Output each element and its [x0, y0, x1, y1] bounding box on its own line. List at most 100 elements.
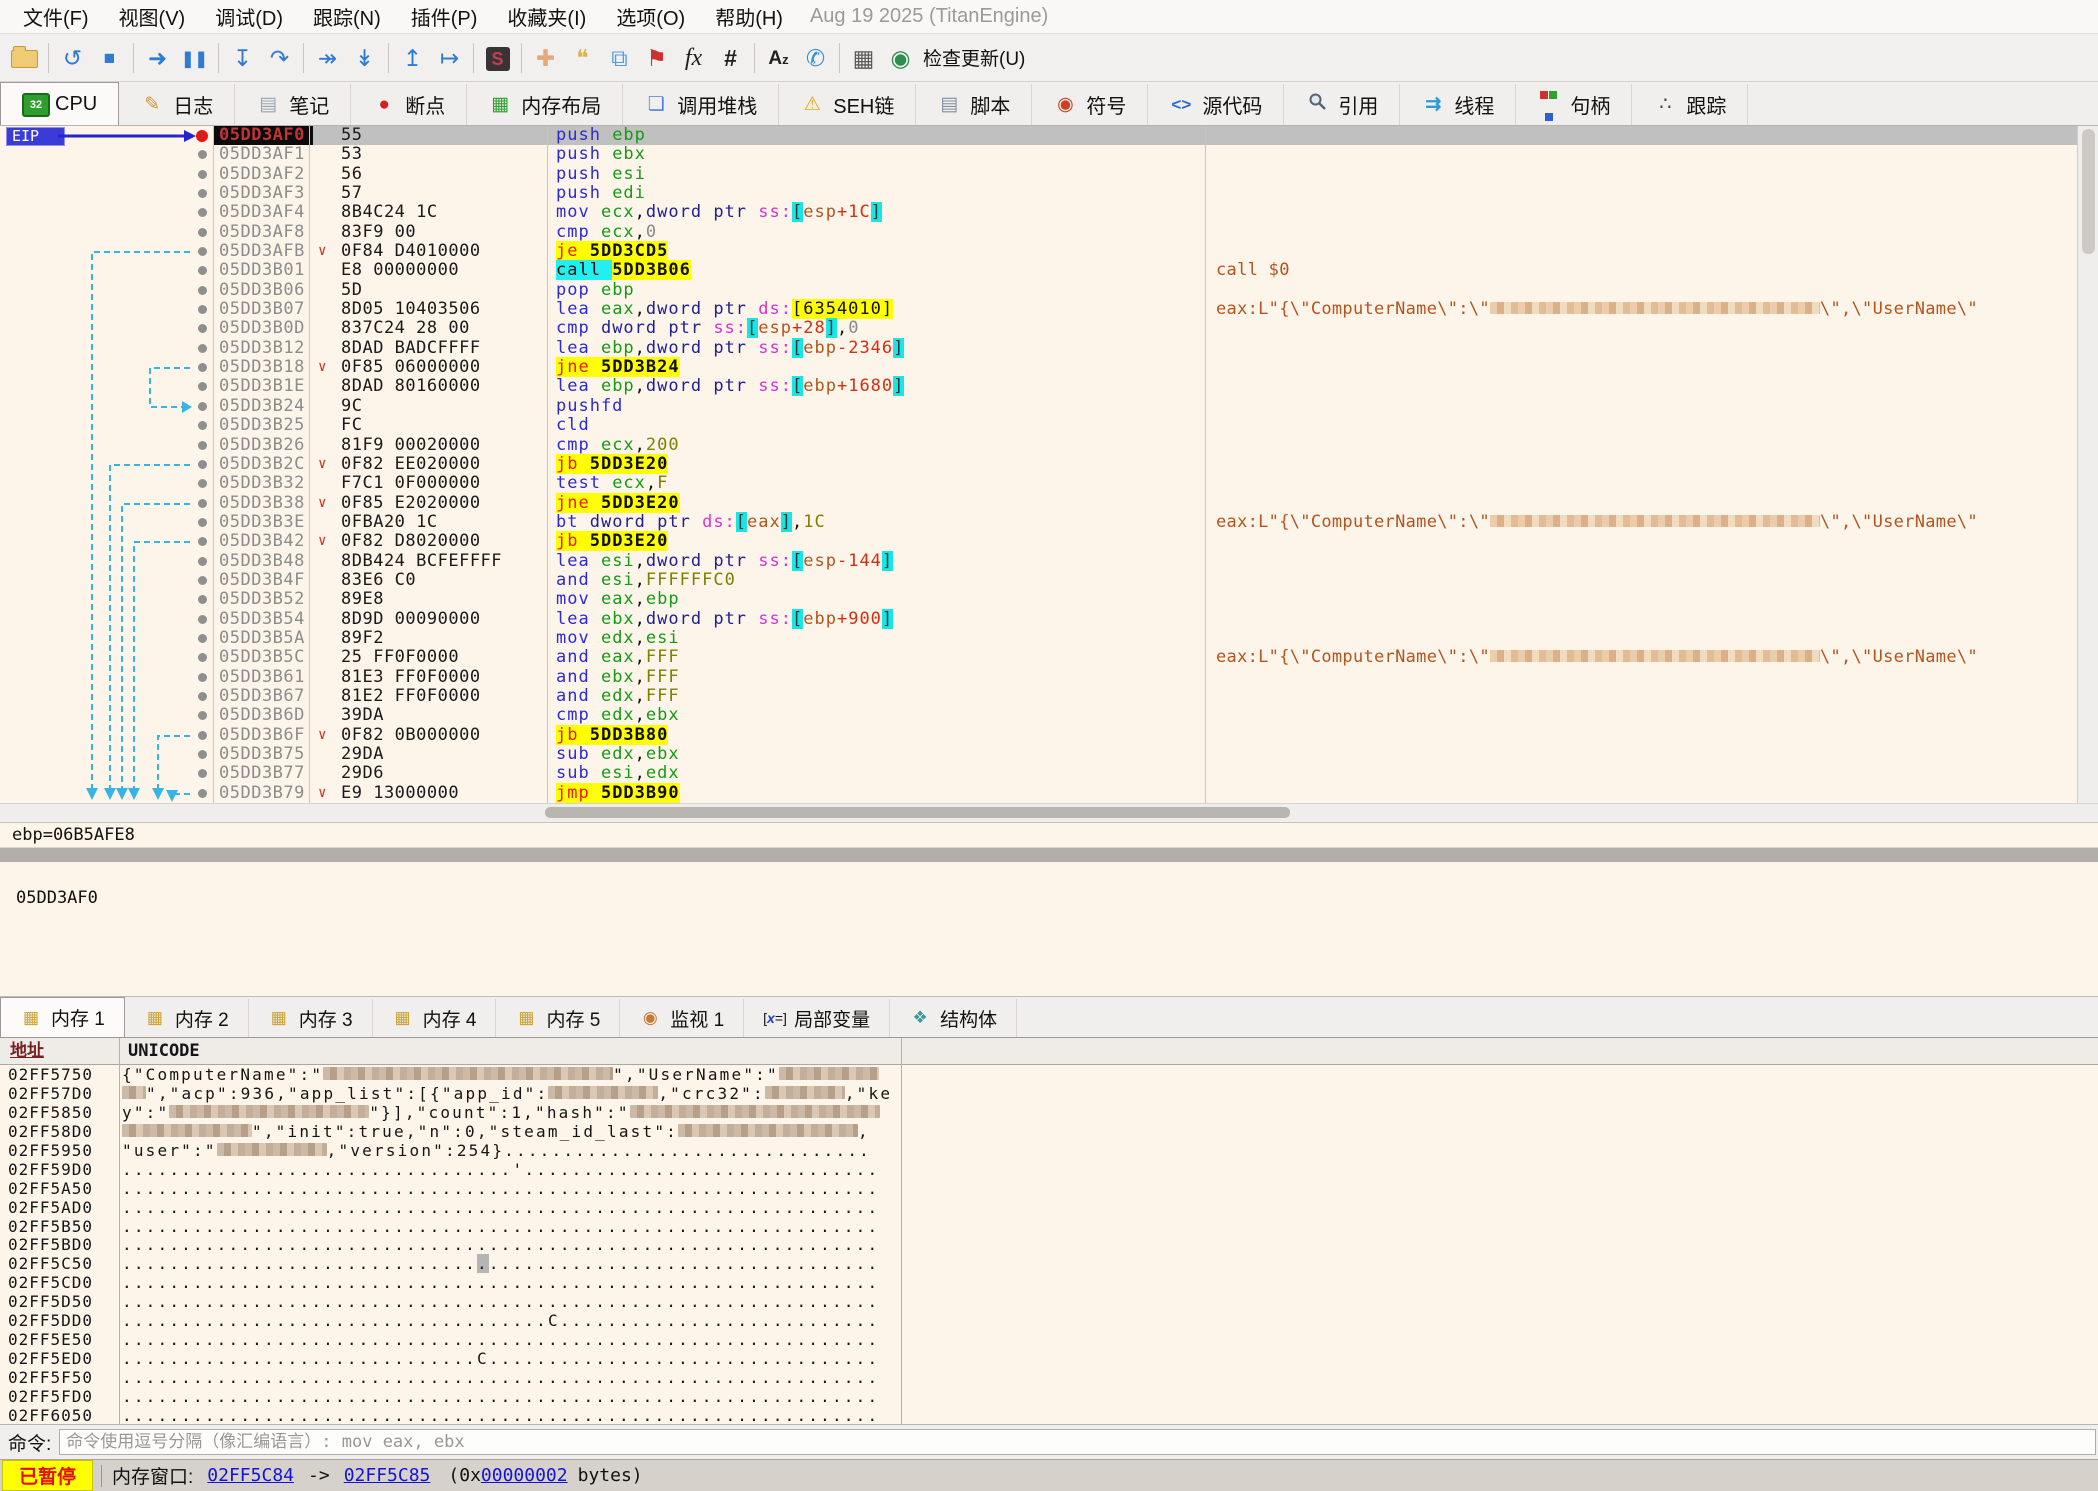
- menu-item[interactable]: 文件(F): [8, 2, 104, 31]
- dump-unicode-cell[interactable]: ........................................…: [122, 1387, 2098, 1406]
- disasm-row[interactable]: 05DD3B01E8 00000000call 5DD3B06call $0: [0, 261, 2098, 280]
- dump-row[interactable]: 02FF5AD0................................…: [0, 1198, 2098, 1217]
- tab-调用堆栈[interactable]: ❏调用堆栈: [623, 84, 779, 125]
- instruction-dot[interactable]: [198, 518, 207, 527]
- address-cell[interactable]: 05DD3B52: [214, 590, 313, 609]
- address-cell[interactable]: 05DD3B5C: [214, 648, 313, 667]
- memory-size-link[interactable]: 00000002: [481, 1465, 568, 1486]
- update-globe-icon[interactable]: ◉: [882, 38, 919, 78]
- bookmarks-icon[interactable]: ⚑: [638, 38, 675, 78]
- address-cell[interactable]: 05DD3B77: [214, 764, 313, 783]
- instruction-cell[interactable]: lea eax,dword ptr ds:[6354010]: [548, 300, 1212, 319]
- dump-address-cell[interactable]: 02FF58D0: [0, 1122, 124, 1141]
- dump-row[interactable]: 02FF5B50................................…: [0, 1217, 2098, 1236]
- instruction-dot[interactable]: [198, 382, 207, 391]
- disasm-row[interactable]: 05DD3B2C∨0F82 EE020000jb 5DD3E20: [0, 455, 2098, 474]
- pane-splitter[interactable]: [0, 848, 2098, 862]
- dump-unicode-cell[interactable]: ........................................…: [122, 1179, 2098, 1198]
- instruction-cell[interactable]: and ebx,FFF: [548, 668, 1212, 687]
- disasm-row[interactable]: 05DD3B38∨0F85 E2020000jne 5DD3E20: [0, 494, 2098, 513]
- dump-row[interactable]: 02FF5DD0................................…: [0, 1311, 2098, 1330]
- dump-unicode-cell[interactable]: ........................................…: [122, 1235, 2098, 1254]
- instruction-cell[interactable]: lea ebp,dword ptr ss:[ebp-2346]: [548, 339, 1212, 358]
- tab-内存布局[interactable]: ▦内存布局: [467, 84, 623, 125]
- tab-结构体[interactable]: ❖结构体: [890, 999, 1017, 1037]
- disasm-row[interactable]: 05DD3AF153push ebx: [0, 145, 2098, 164]
- disasm-row[interactable]: 05DD3B1E8DAD 80160000lea ebp,dword ptr s…: [0, 377, 2098, 396]
- address-cell[interactable]: 05DD3B12: [214, 339, 313, 358]
- dump-unicode-cell[interactable]: ........................................…: [122, 1406, 2098, 1424]
- address-cell[interactable]: 05DD3B4F: [214, 571, 313, 590]
- disasm-row[interactable]: 05DD3B5289E8mov eax,ebp: [0, 590, 2098, 609]
- instruction-cell[interactable]: cmp dword ptr ss:[esp+28],0: [548, 319, 1212, 338]
- menu-item[interactable]: 视图(V): [104, 2, 201, 31]
- instruction-cell[interactable]: and esi,FFFFFFC0: [548, 571, 1212, 590]
- instruction-dot[interactable]: [198, 266, 207, 275]
- run-icon[interactable]: ➜: [139, 38, 176, 78]
- address-cell[interactable]: 05DD3AF8: [214, 223, 313, 242]
- disasm-row[interactable]: 05DD3B128DAD BADCFFFFlea ebp,dword ptr s…: [0, 339, 2098, 358]
- execute-till-return-icon[interactable]: ↥: [394, 38, 431, 78]
- instruction-cell[interactable]: lea esi,dword ptr ss:[esp-144]: [548, 552, 1212, 571]
- disasm-row[interactable]: 05DD3B79∨E9 13000000jmp 5DD3B90: [0, 784, 2098, 803]
- disasm-row[interactable]: 05DD3B065Dpop ebp: [0, 281, 2098, 300]
- dump-row[interactable]: 02FF5E50................................…: [0, 1330, 2098, 1349]
- address-cell[interactable]: 05DD3B06: [214, 281, 313, 300]
- menu-item[interactable]: 帮助(H): [700, 2, 798, 31]
- menu-item[interactable]: 选项(O): [601, 2, 700, 31]
- instruction-cell[interactable]: push edi: [548, 184, 1212, 203]
- instruction-cell[interactable]: lea ebp,dword ptr ss:[ebp+1680]: [548, 377, 1212, 396]
- address-cell[interactable]: 05DD3AF2: [214, 165, 313, 184]
- dump-unicode-cell[interactable]: ........................................…: [122, 1292, 2098, 1311]
- instruction-cell[interactable]: and eax,FFF: [548, 648, 1212, 667]
- instruction-cell[interactable]: pushfd: [548, 397, 1212, 416]
- instruction-dot[interactable]: [198, 576, 207, 585]
- hash-icon[interactable]: #: [712, 38, 749, 78]
- instruction-dot[interactable]: [198, 460, 207, 469]
- dump-row[interactable]: 02FF5950"user":","version":254}.........…: [0, 1141, 2098, 1160]
- dump-row[interactable]: 02FF59D0................................…: [0, 1160, 2098, 1179]
- instruction-dot[interactable]: [198, 769, 207, 778]
- instruction-dot[interactable]: [198, 653, 207, 662]
- address-cell[interactable]: 05DD3AFB: [214, 242, 313, 261]
- tab-内存 4[interactable]: ▦内存 4: [373, 999, 497, 1037]
- instruction-dot[interactable]: [198, 324, 207, 333]
- instruction-cell[interactable]: push ebx: [548, 145, 1212, 164]
- disasm-row[interactable]: 05DD3B6181E3 FF0F0000and ebx,FFF: [0, 668, 2098, 687]
- instruction-dot[interactable]: [198, 499, 207, 508]
- disasm-row[interactable]: 05DD3B7729D6sub esi,edx: [0, 764, 2098, 783]
- tab-内存 2[interactable]: ▦内存 2: [125, 999, 249, 1037]
- disasm-row[interactable]: 05DD3B078D05 10403506lea eax,dword ptr d…: [0, 300, 2098, 319]
- disasm-row[interactable]: 05DD3B6D39DAcmp edx,ebx: [0, 706, 2098, 725]
- memory-dump-view[interactable]: 地址 UNICODE 02FF5750{"ComputerName":"","U…: [0, 1038, 2098, 1424]
- instruction-dot[interactable]: [198, 595, 207, 604]
- tab-局部变量[interactable]: [x=]局部变量: [744, 999, 890, 1037]
- disasm-row[interactable]: 05DD3B42∨0F82 D8020000jb 5DD3E20: [0, 532, 2098, 551]
- dump-row[interactable]: 02FF5CD0................................…: [0, 1273, 2098, 1292]
- disasm-row[interactable]: 05DD3B548D9D 00090000lea ebx,dword ptr s…: [0, 610, 2098, 629]
- dump-unicode-cell[interactable]: .................................'......…: [122, 1160, 2098, 1179]
- address-cell[interactable]: 05DD3B2C: [214, 455, 313, 474]
- run-to-selection-icon[interactable]: ↠: [309, 38, 346, 78]
- dump-address-cell[interactable]: 02FF5F50: [0, 1368, 124, 1387]
- instruction-dot[interactable]: [198, 150, 207, 159]
- address-cell[interactable]: 05DD3B1E: [214, 377, 313, 396]
- scrollbar-thumb[interactable]: [545, 807, 1290, 818]
- tab-内存 3[interactable]: ▦内存 3: [249, 999, 373, 1037]
- disasm-row[interactable]: 05DD3AF883F9 00cmp ecx,0: [0, 223, 2098, 242]
- pause-icon[interactable]: ❚❚: [176, 36, 213, 80]
- instruction-dot[interactable]: [198, 402, 207, 411]
- dump-address-cell[interactable]: 02FF5850: [0, 1103, 124, 1122]
- disasm-row[interactable]: 05DD3B3E0FBA20 1Cbt dword ptr ds:[eax],1…: [0, 513, 2098, 532]
- dump-unicode-cell[interactable]: ","init":true,"n":0,"steam_id_last":,: [122, 1122, 2098, 1141]
- instruction-dot[interactable]: [198, 441, 207, 450]
- az-strings-icon[interactable]: Az: [760, 36, 797, 80]
- disasm-row[interactable]: 05DD3B488DB424 BCFEFFFFlea esi,dword ptr…: [0, 552, 2098, 571]
- address-cell[interactable]: 05DD3B3E: [214, 513, 313, 532]
- address-cell[interactable]: 05DD3B0D: [214, 319, 313, 338]
- instruction-dot[interactable]: [198, 421, 207, 430]
- tab-句柄[interactable]: 句柄: [1516, 84, 1632, 125]
- instruction-cell[interactable]: test ecx,F: [548, 474, 1212, 493]
- dump-address-cell[interactable]: 02FF5FD0: [0, 1387, 124, 1406]
- instruction-dot[interactable]: [198, 789, 207, 798]
